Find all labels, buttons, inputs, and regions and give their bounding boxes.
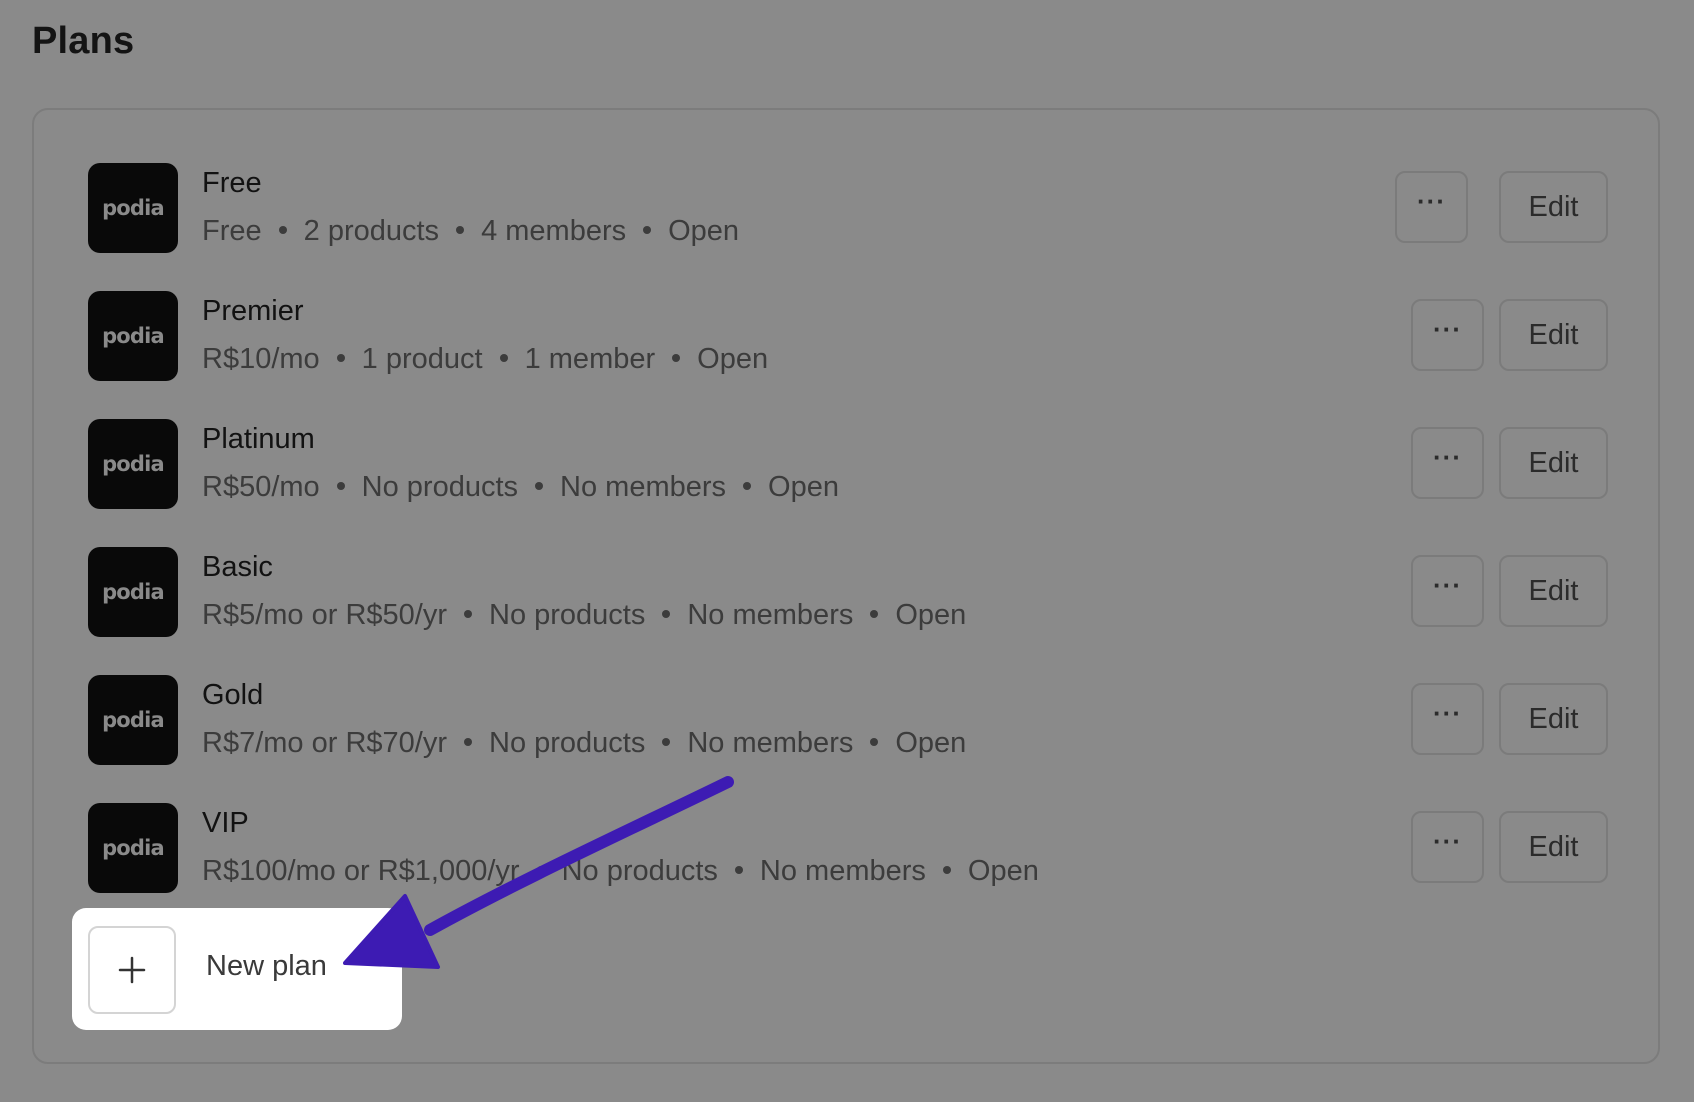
plan-meta: Free 2 products 4 members Open	[202, 215, 739, 248]
podia-logo: podia	[88, 803, 178, 893]
plan-products: No products	[361, 471, 519, 503]
plan-meta: R$10/mo 1 product 1 member Open	[202, 343, 768, 376]
plan-name: Basic	[202, 551, 273, 583]
new-plan-label: New plan	[206, 950, 327, 982]
edit-button[interactable]: Edit	[1499, 299, 1608, 371]
plan-products: No products	[561, 855, 718, 887]
separator-dot	[464, 738, 472, 747]
plan-members: 1 member	[524, 343, 656, 375]
separator-dot	[870, 610, 879, 619]
plan-meta: R$100/mo or R$1,000/yr No products No memb…	[202, 855, 1039, 888]
podia-logo: podia	[88, 163, 178, 253]
plan-status: Open	[967, 855, 1039, 887]
edit-button[interactable]: Edit	[1499, 683, 1608, 755]
podia-logo: podia	[88, 547, 178, 637]
plan-price: R$50/mo	[202, 471, 320, 503]
plan-row: podia Free Free 2 products 4 members Open ·…	[88, 163, 1608, 253]
plan-members: 4 members	[481, 215, 627, 247]
more-dots-icon: ···	[1433, 825, 1462, 856]
edit-button[interactable]: Edit	[1499, 427, 1608, 499]
podia-logo: podia	[88, 419, 178, 509]
plan-members: No members	[687, 727, 854, 759]
more-options-button[interactable]: ···	[1411, 811, 1484, 883]
separator-dot	[743, 482, 752, 491]
plan-meta: R$5/mo or R$50/yr No products No members Op…	[202, 599, 966, 632]
plan-meta: R$50/mo No products No members Open	[202, 471, 839, 504]
new-plan-button[interactable]: New plan	[72, 908, 402, 1030]
separator-dot	[336, 482, 345, 491]
plan-status: Open	[668, 215, 740, 247]
plan-row: podia VIP R$100/mo or R$1,000/yr No produ…	[88, 803, 1608, 893]
more-dots-icon: ···	[1433, 313, 1462, 344]
plan-price: R$10/mo	[202, 343, 320, 375]
separator-dot	[499, 354, 508, 363]
separator-dot	[536, 866, 545, 875]
separator-dot	[870, 738, 879, 747]
plan-price: Free	[202, 215, 262, 247]
plan-members: No members	[687, 599, 854, 631]
separator-dot	[672, 354, 681, 363]
plan-members: No members	[560, 471, 727, 503]
plan-row: podia Basic R$5/mo or R$50/yr No products…	[88, 547, 1608, 637]
plan-price: R$5/mo or R$50/yr	[202, 599, 447, 631]
more-options-button[interactable]: ···	[1411, 555, 1484, 627]
separator-dot	[464, 610, 472, 619]
separator-dot	[662, 738, 671, 747]
plan-products: 2 products	[303, 215, 440, 247]
podia-logo: podia	[88, 675, 178, 765]
more-options-button[interactable]: ···	[1411, 683, 1484, 755]
separator-dot	[662, 610, 671, 619]
page-title: Plans	[32, 20, 135, 62]
plan-products: No products	[489, 599, 646, 631]
plan-status: Open	[768, 471, 839, 503]
separator-dot	[643, 226, 652, 235]
plan-name: Premier	[202, 295, 304, 327]
plan-row: podia Platinum R$50/mo No products No memb…	[88, 419, 1608, 509]
more-options-button[interactable]: ···	[1395, 171, 1468, 243]
plan-name: Platinum	[202, 423, 315, 455]
plan-price: R$7/mo or R$70/yr	[202, 727, 447, 759]
separator-dot	[535, 482, 544, 491]
plan-members: No members	[759, 855, 926, 887]
separator-dot	[942, 866, 951, 875]
more-dots-icon: ···	[1433, 441, 1462, 472]
edit-button[interactable]: Edit	[1499, 555, 1608, 627]
plan-status: Open	[895, 727, 967, 759]
plan-status: Open	[895, 599, 967, 631]
podia-logo: podia	[88, 291, 178, 381]
separator-dot	[278, 226, 287, 235]
edit-button[interactable]: Edit	[1499, 811, 1608, 883]
plan-name: VIP	[202, 807, 249, 839]
separator-dot	[734, 866, 743, 875]
plus-icon	[88, 926, 176, 1014]
plan-row: podia Gold R$7/mo or R$70/yr No products N…	[88, 675, 1608, 765]
more-dots-icon: ···	[1417, 185, 1446, 216]
plan-name: Gold	[202, 679, 264, 711]
plan-status: Open	[697, 343, 769, 375]
edit-button[interactable]: Edit	[1499, 171, 1608, 243]
more-options-button[interactable]: ···	[1411, 427, 1484, 499]
more-options-button[interactable]: ···	[1411, 299, 1484, 371]
plan-name: Free	[202, 167, 262, 199]
plan-products: 1 product	[361, 343, 483, 375]
more-dots-icon: ···	[1433, 569, 1462, 600]
separator-dot	[336, 354, 345, 363]
plan-meta: R$7/mo or R$70/yr No products No members Op…	[202, 727, 966, 760]
separator-dot	[456, 226, 465, 235]
plan-row: podia Premier R$10/mo 1 product 1 member Op…	[88, 291, 1608, 381]
plan-price: R$100/mo or R$1,000/yr	[202, 855, 520, 887]
plus-icon-glyph	[118, 956, 146, 984]
plan-products: No products	[489, 727, 646, 759]
more-dots-icon: ···	[1433, 697, 1462, 728]
